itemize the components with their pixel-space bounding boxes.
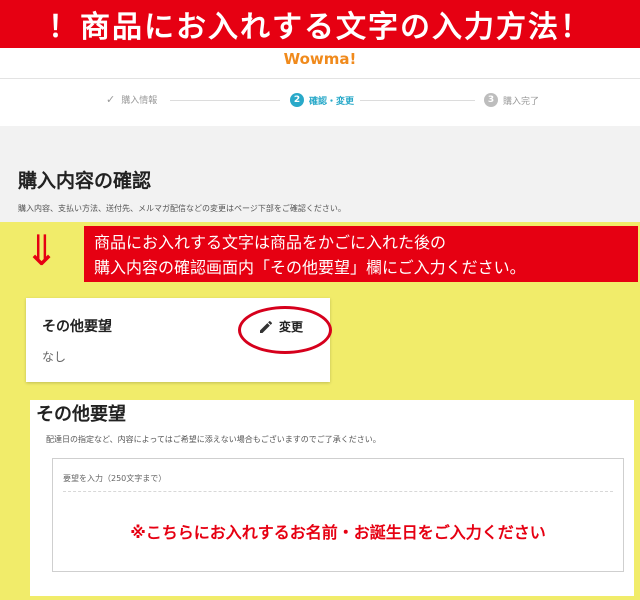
instruction-message: 商品にお入れする文字は商品をかごに入れた後の 購入内容の確認画面内「その他要望」… — [84, 226, 638, 282]
step-confirm-change: 2 確認・変更 — [290, 93, 354, 107]
down-arrow-icon: ⇓ — [24, 226, 60, 275]
textarea-guide-line — [63, 491, 613, 492]
step-label: 確認・変更 — [309, 96, 355, 107]
step-purchase-info: ✓ 購入情報 — [106, 93, 157, 106]
form-description: 配達日の指定など、内容によってはご希望に添えない場合もございますのでご了承くださ… — [46, 435, 381, 444]
textarea-note: ※こちらにお入れするお名前・お誕生日をご入力ください — [130, 523, 546, 542]
banner-title: ！商品にお入れする文字の入力方法！ — [48, 10, 592, 45]
checkout-steps: ✓ 購入情報 2 確認・変更 3 購入完了 — [0, 80, 640, 126]
card-value: なし — [42, 350, 67, 364]
highlight-circle — [238, 306, 332, 354]
step-connector — [170, 100, 280, 101]
card-title: その他要望 — [42, 319, 112, 335]
other-requests-form: その他要望 配達日の指定など、内容によってはご希望に添えない場合もございますので… — [30, 400, 634, 596]
form-title: その他要望 — [36, 404, 126, 425]
step-number: 2 — [290, 93, 304, 107]
step-label: 購入情報 — [121, 96, 158, 106]
step-complete: 3 購入完了 — [484, 93, 539, 107]
top-banner: ！商品にお入れする文字の入力方法！ — [0, 0, 640, 48]
step-number: 3 — [484, 93, 498, 107]
wowma-logo[interactable]: Wowma! — [0, 46, 640, 72]
requests-textarea[interactable]: 要望を入力（250文字まで） ※こちらにお入れするお名前・お誕生日をご入力くださ… — [52, 458, 624, 572]
page-title: 購入内容の確認 — [18, 170, 152, 192]
page-description: 購入内容、支払い方法、送付先、メルマガ配信などの変更はページ下部をご確認ください… — [18, 204, 346, 213]
step-connector — [360, 100, 475, 101]
instruction-line-1: 商品にお入れする文字は商品をかごに入れた後の — [94, 233, 447, 252]
textarea-placeholder: 要望を入力（250文字まで） — [63, 474, 167, 483]
header-divider — [0, 78, 640, 79]
step-label: 購入完了 — [503, 96, 540, 107]
check-icon: ✓ — [106, 93, 116, 106]
instruction-line-2: 購入内容の確認画面内「その他要望」欄にご入力ください。 — [94, 258, 526, 277]
